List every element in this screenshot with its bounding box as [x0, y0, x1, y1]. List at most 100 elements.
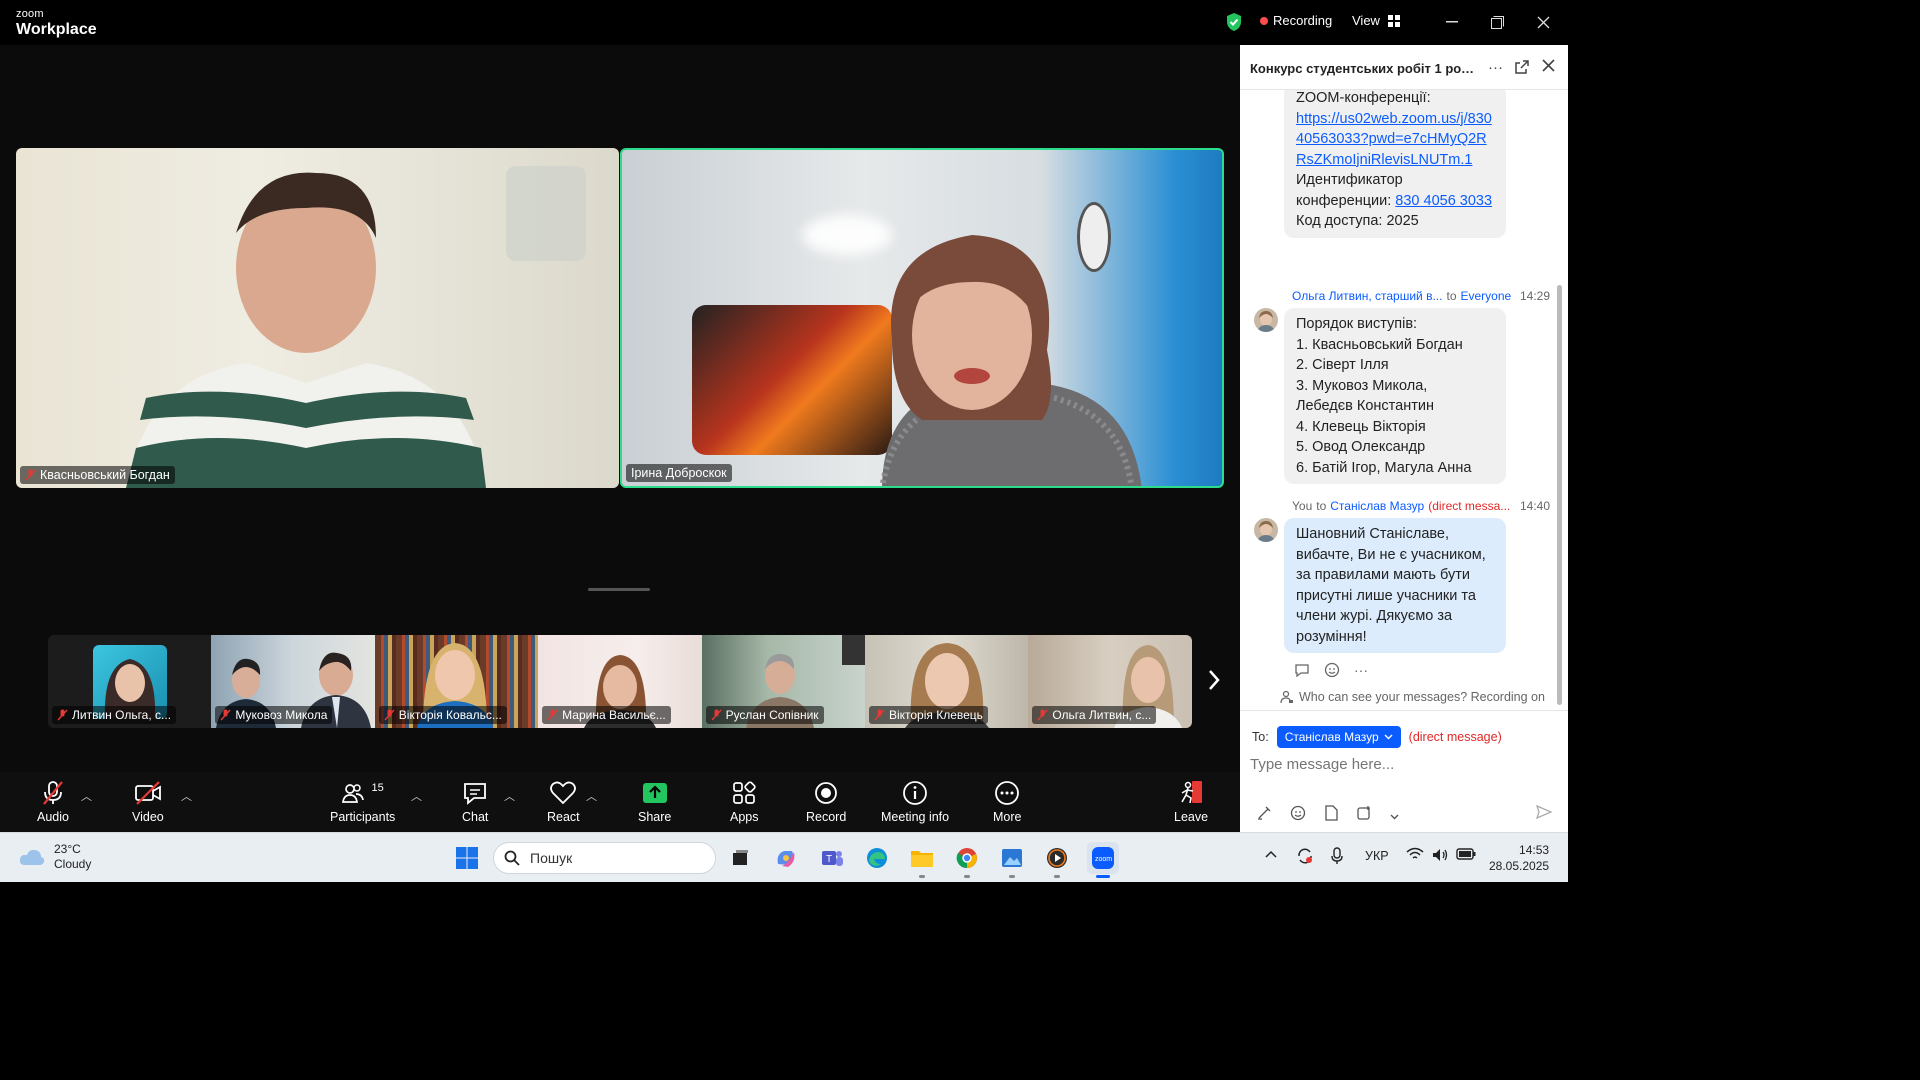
audio-button[interactable]: Audio — [37, 780, 69, 824]
microphone-icon[interactable] — [1331, 847, 1343, 868]
message-time: 14:29 — [1519, 289, 1550, 303]
video-button[interactable]: Video — [132, 780, 164, 824]
gallery-tile[interactable]: Руслан Сопівник — [701, 635, 865, 728]
wifi-icon[interactable] — [1406, 847, 1424, 864]
message-input[interactable] — [1250, 756, 1550, 773]
file-icon[interactable] — [1324, 805, 1338, 824]
chrome-icon[interactable] — [953, 844, 981, 878]
send-icon[interactable] — [1535, 804, 1553, 825]
close-chat-icon[interactable] — [1542, 59, 1555, 76]
message-line: 5. Овод Олександр — [1296, 439, 1426, 455]
video-options-chevron-icon[interactable]: ︿ — [181, 788, 192, 804]
chat-options-chevron-icon[interactable]: ︿ — [504, 788, 515, 804]
emoji-icon[interactable] — [1290, 805, 1306, 824]
copilot-icon[interactable] — [772, 844, 800, 872]
title-bar: zoom Workplace Recording View — [0, 0, 1568, 45]
chat-button[interactable]: Chat — [462, 780, 488, 824]
react-button[interactable]: React — [547, 780, 580, 824]
svg-text:zoom: zoom — [1095, 856, 1112, 863]
zoom-window: { "app":{"brand_small":"zoom","brand_big… — [0, 0, 1568, 882]
message-meta: You to Станіслав Мазур (direct messa... … — [1292, 499, 1550, 513]
pop-out-icon[interactable] — [1514, 59, 1530, 79]
tools-chevron-down-icon[interactable] — [1390, 807, 1399, 823]
meeting-id-link[interactable]: 830 4056 3033 — [1395, 193, 1492, 209]
message-more-icon[interactable]: ··· — [1354, 662, 1368, 681]
recording-indicator[interactable]: Recording — [1260, 13, 1332, 28]
meeting-info-button[interactable]: Meeting info — [881, 780, 949, 824]
message-line: 4. Клевець Вікторія — [1296, 418, 1426, 435]
gallery-tile[interactable]: Литвин Ольга, с... — [48, 635, 212, 728]
gallery-tile[interactable]: Муковоз Микола — [211, 635, 375, 728]
start-icon[interactable] — [453, 844, 481, 872]
add-reaction-icon[interactable] — [1324, 662, 1340, 681]
svg-text:T: T — [826, 854, 832, 865]
volume-icon[interactable] — [1431, 847, 1449, 866]
system-clock[interactable]: 14:53 28.05.2025 — [1489, 842, 1549, 874]
close-window-icon[interactable] — [1533, 12, 1553, 32]
sync-icon[interactable] — [1296, 847, 1314, 868]
participants-options-chevron-icon[interactable]: ︿ — [411, 788, 422, 804]
weather-widget[interactable]: 23°C Cloudy — [18, 842, 91, 872]
video-tile-right-active-speaker[interactable]: Ірина Доброскок — [620, 148, 1224, 488]
media-player-icon[interactable] — [1043, 844, 1071, 878]
zoom-app-icon[interactable]: zoom — [1087, 842, 1119, 878]
mic-muted-icon — [1037, 709, 1048, 721]
share-button[interactable]: Share — [638, 780, 671, 824]
message-bubble: Порядок виступів: 1. Квасньовський Богда… — [1284, 308, 1506, 484]
leave-label: Leave — [1174, 810, 1209, 824]
react-options-chevron-icon[interactable]: ︿ — [586, 788, 597, 804]
gallery-tile[interactable]: Вікторія Ковальс... — [374, 635, 539, 728]
message-actions: ··· — [1294, 662, 1368, 681]
recording-dot-icon — [1260, 16, 1268, 25]
tray-chevron-up-icon[interactable] — [1265, 847, 1277, 861]
message-time: 14:40 — [1519, 499, 1550, 513]
record-button[interactable]: Record — [806, 780, 846, 824]
recipient-dropdown[interactable]: Станіслав Мазур — [1276, 726, 1401, 748]
audio-options-chevron-icon[interactable]: ︿ — [81, 788, 92, 804]
taskbar-search[interactable]: Пошук — [493, 842, 716, 874]
resize-handle[interactable] — [588, 588, 650, 591]
photos-icon[interactable] — [998, 844, 1026, 878]
message-sender[interactable]: Ольга Литвин, старший в... — [1292, 289, 1442, 303]
reply-icon[interactable] — [1294, 662, 1310, 681]
mic-muted-icon — [43, 781, 63, 805]
teams-icon[interactable]: T — [818, 844, 846, 872]
more-button[interactable]: More — [993, 780, 1021, 824]
gallery-tile[interactable]: Вікторія Клевець — [864, 635, 1029, 728]
meeting-link[interactable]: https://us02web.zoom.us/j/83040563033?pw… — [1296, 111, 1492, 168]
restore-icon[interactable] — [1487, 12, 1507, 32]
edge-icon[interactable] — [863, 844, 891, 872]
direct-message-tag: (direct messa... — [1428, 499, 1511, 513]
language-indicator[interactable]: УКР — [1365, 849, 1389, 863]
apps-button[interactable]: Apps — [730, 780, 759, 824]
participant-name: Вікторія Клевець — [888, 708, 983, 722]
nametag-left: Квасньовський Богдан — [20, 466, 175, 484]
chat-icon — [464, 783, 487, 805]
chat-scrollbar[interactable] — [1557, 285, 1562, 705]
format-text-icon[interactable] — [1256, 805, 1272, 824]
task-view-icon[interactable] — [726, 844, 754, 872]
person-silhouette — [126, 172, 486, 488]
gallery-next-icon[interactable] — [1207, 667, 1221, 698]
video-tile-left[interactable]: Квасньовський Богдан — [16, 148, 619, 488]
encryption-shield-icon[interactable] — [1225, 12, 1243, 37]
message-line: 6. Батій Ігор, Магула Анна — [1296, 459, 1472, 476]
gallery-tile[interactable]: Ольга Литвин, с... — [1028, 635, 1192, 728]
gallery-tile[interactable]: Марина Васильє... — [538, 635, 702, 728]
who-can-see-notice[interactable]: Who can see your messages? Recording on — [1280, 690, 1545, 704]
chat-more-options-icon[interactable]: ··· — [1488, 59, 1503, 76]
message-line: 1. Квасньовський Богдан — [1296, 336, 1463, 353]
participants-icon — [341, 784, 364, 803]
message-to-word: to — [1446, 289, 1457, 303]
message-recipient[interactable]: Станіслав Мазур — [1330, 499, 1424, 513]
file-explorer-icon[interactable] — [908, 844, 936, 878]
participants-button[interactable]: 15 Participants — [330, 780, 395, 824]
screenshot-icon[interactable] — [1356, 805, 1372, 824]
gallery-nametag: Вікторія Клевець — [868, 706, 988, 724]
message-to-word: to — [1316, 499, 1327, 513]
battery-icon[interactable] — [1456, 848, 1476, 863]
minimize-icon[interactable] — [1442, 12, 1462, 32]
view-button[interactable]: View — [1352, 13, 1400, 28]
who-can-see-text: Who can see your messages? Recording on — [1299, 690, 1545, 704]
leave-button[interactable]: Leave — [1174, 780, 1208, 824]
